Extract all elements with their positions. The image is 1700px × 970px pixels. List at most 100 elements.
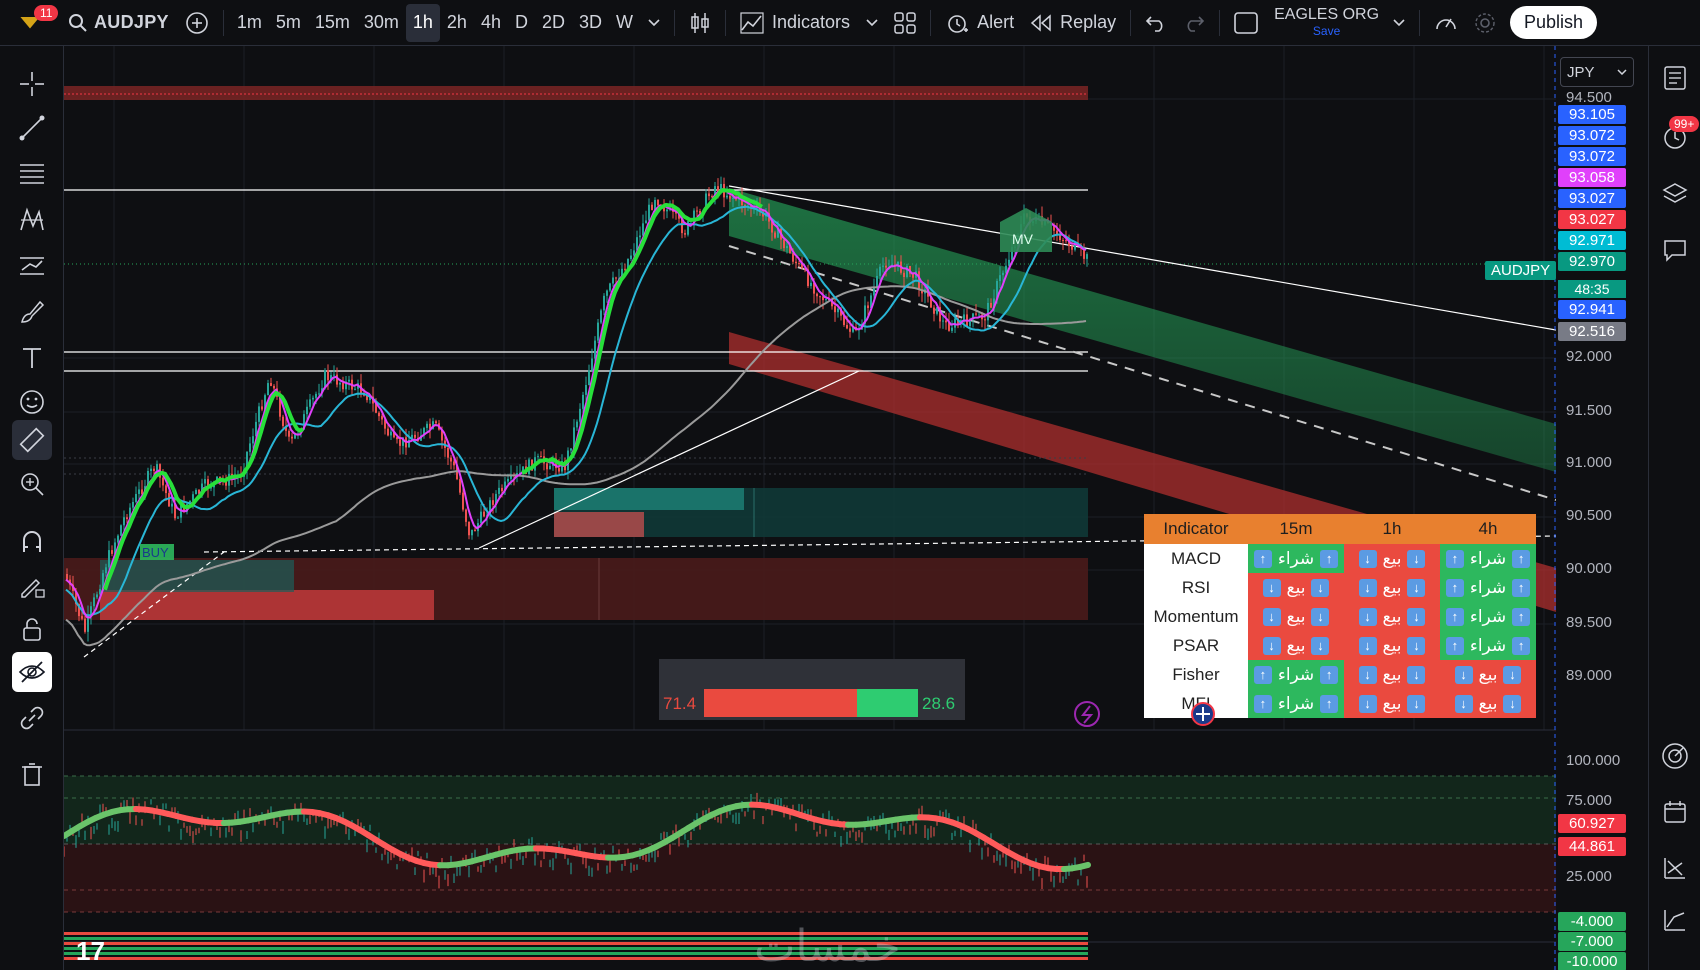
link-icon (20, 706, 44, 730)
gear-icon (1475, 12, 1495, 33)
alert-button[interactable]: Alert (937, 3, 1022, 43)
signal-text: بيع (1382, 606, 1402, 626)
candle-body (624, 268, 626, 270)
emoji-tool[interactable] (12, 382, 52, 422)
candle-body (84, 618, 86, 632)
signal-cell: ↑ شراء ↑ (1440, 573, 1536, 602)
timeframe-2h[interactable]: 2h (440, 4, 474, 42)
price-scale[interactable]: 94.500 92.000 91.500 91.000 90.500 90.000 89.5… (1556, 46, 1648, 970)
symbol-search[interactable]: AUDJPY (60, 3, 177, 43)
arrow-down-icon: ↓ (1311, 636, 1330, 655)
timeframe-1m[interactable]: 1m (230, 4, 269, 42)
arrow-down-icon: ↓ (1454, 665, 1473, 684)
buy-label: BUY (142, 545, 169, 560)
publish-button[interactable]: Publish (1510, 6, 1598, 39)
timeframe-30m[interactable]: 30m (357, 4, 406, 42)
remove-drawings-tool[interactable] (12, 754, 52, 794)
candle-body (975, 313, 977, 315)
candle-body (471, 529, 473, 536)
timeframe-5m[interactable]: 5m (269, 4, 308, 42)
price-chart[interactable]: BUY MV 17 خمسات (64, 46, 1556, 970)
resistance-zone[interactable] (64, 86, 1088, 100)
currency-value: JPY (1567, 63, 1595, 81)
text-tool[interactable] (12, 338, 52, 378)
signal-text: بيع (1382, 693, 1402, 713)
chat-button[interactable] (1657, 232, 1693, 268)
candle-body (318, 393, 320, 395)
timeframe-3d[interactable]: 3D (572, 4, 609, 42)
candle-body (333, 374, 335, 376)
timeframe-1h[interactable]: 1h (405, 3, 440, 42)
toolbar-divider (930, 9, 932, 36)
compare-button[interactable] (177, 3, 217, 43)
brush-tool[interactable] (12, 292, 52, 332)
timeframe-dropdown[interactable] (640, 3, 668, 43)
timeframe-4h[interactable]: 4h (474, 4, 508, 42)
layouts-button[interactable] (886, 3, 924, 43)
calendar-button[interactable] (1657, 794, 1693, 830)
quick-search-button[interactable] (1426, 3, 1466, 43)
timeframe-15m[interactable]: 15m (308, 4, 357, 42)
timeframe-2d[interactable]: 2D (535, 4, 572, 42)
signal-text: بيع (1382, 664, 1402, 684)
trading-app: 11 AUDJPY 1m 5m 15m 30m 1h 2h 4h D 2D 3D W Indicat… (0, 0, 1700, 970)
candles-icon (691, 12, 709, 33)
redo-button[interactable] (1175, 3, 1213, 43)
forecast-tool[interactable] (12, 246, 52, 286)
pattern-tool[interactable] (12, 200, 52, 240)
indicator-name: MACD (1144, 544, 1248, 573)
measure-tool[interactable] (12, 420, 52, 460)
magnet-icon (23, 531, 41, 552)
trendline-tool[interactable] (12, 108, 52, 148)
currency-select[interactable]: JPY (1560, 57, 1634, 87)
table-header-cell: 15m (1248, 514, 1344, 544)
candle-body (306, 406, 308, 415)
price-badge: 92.516 (1558, 322, 1626, 341)
account-menu[interactable]: EAGLES ORG Save (1266, 3, 1413, 43)
signal-cell: ↓ بيع ↓ (1344, 631, 1440, 660)
chart-type-button[interactable] (681, 3, 719, 43)
candle-body (309, 399, 311, 407)
target-button[interactable] (1657, 738, 1693, 774)
replay-button[interactable]: Replay (1022, 3, 1124, 43)
candle-body (474, 529, 476, 532)
zoom-in-icon (21, 473, 44, 496)
strategy-button[interactable] (1657, 850, 1693, 886)
stay-drawing-tool[interactable] (12, 566, 52, 606)
candle-body (816, 293, 818, 297)
candle-body (657, 200, 659, 206)
candle-body (729, 195, 731, 199)
signal-cell: ↓ بيع ↓ (1248, 602, 1344, 631)
candle-body (1002, 272, 1004, 276)
candle-body (426, 423, 428, 428)
candle-body (252, 436, 254, 444)
fib-tool[interactable] (12, 154, 52, 194)
crosshair-tool[interactable] (12, 64, 52, 104)
app-logo[interactable]: 11 (0, 3, 60, 43)
link-tool[interactable] (12, 698, 52, 738)
stop-zone[interactable] (100, 590, 434, 620)
table-row: Momentum ↓ بيع ↓ ↓ بيع ↓ ↑ شراء ↑ (1144, 602, 1536, 631)
timeframe-d[interactable]: D (508, 4, 535, 42)
layout-button[interactable] (1226, 3, 1266, 43)
zoom-tool[interactable] (12, 464, 52, 504)
watchlist-button[interactable] (1657, 60, 1693, 96)
settings-button[interactable] (1466, 3, 1504, 43)
undo-button[interactable] (1137, 3, 1175, 43)
hide-drawings-tool[interactable] (12, 652, 52, 692)
position-stop[interactable] (554, 512, 644, 537)
signal-text: بيع (1478, 693, 1498, 713)
candle-body (834, 306, 836, 313)
pine-editor-button[interactable] (1657, 902, 1693, 938)
flag-icon[interactable] (1190, 701, 1216, 727)
indicators-button[interactable]: Indicators (732, 3, 886, 43)
arrow-down-icon: ↓ (1407, 607, 1426, 626)
target-zone[interactable] (100, 560, 294, 592)
price-badge: 92.970 (1558, 252, 1626, 271)
lock-drawings-tool[interactable] (12, 610, 52, 650)
layers-button[interactable] (1657, 176, 1693, 212)
position-target[interactable] (554, 488, 744, 510)
magnet-tool[interactable] (12, 522, 52, 562)
table-row: Fisher ↑ شراء ↑ ↓ بيع ↓ ↓ بيع ↓ (1144, 660, 1536, 689)
timeframe-w[interactable]: W (609, 4, 640, 42)
